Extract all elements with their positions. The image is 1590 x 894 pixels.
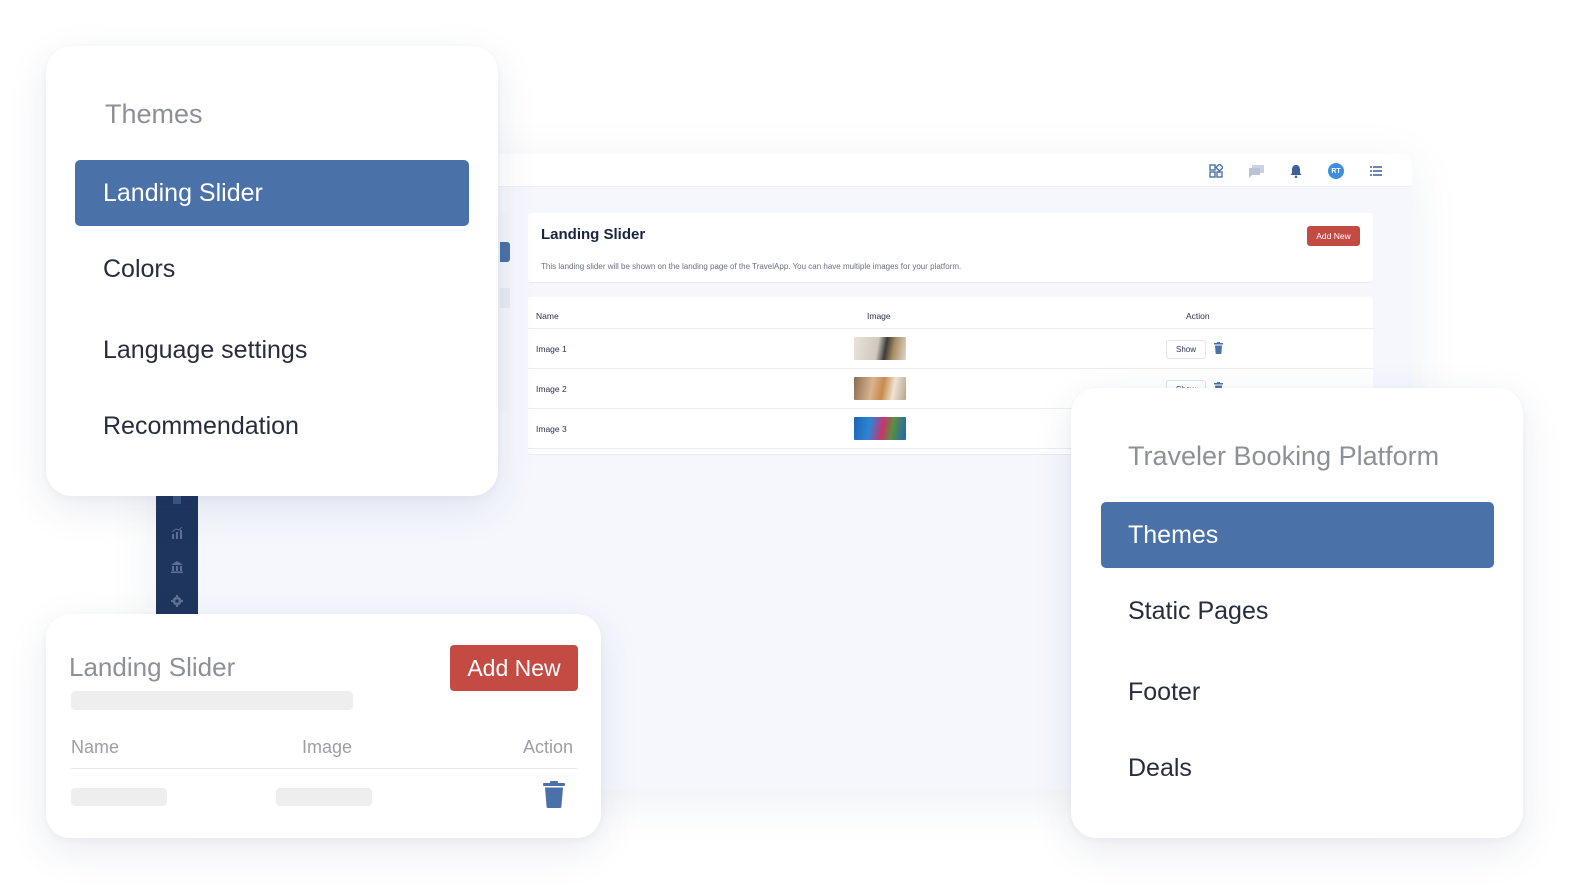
trash-icon[interactable] <box>543 781 565 808</box>
column-header-action: Action <box>1186 311 1210 321</box>
settings-gear-icon[interactable] <box>170 594 184 608</box>
page-description: This landing slider will be shown on the… <box>541 262 962 271</box>
avatar-initials: RT <box>1328 163 1344 179</box>
menu-item-footer[interactable]: Footer <box>1128 678 1200 707</box>
description-placeholder <box>71 691 353 710</box>
card-heading: Traveler Booking Platform <box>1128 441 1440 471</box>
avatar[interactable]: RT <box>1316 161 1356 181</box>
menu-item-recommendation[interactable]: Recommendation <box>103 412 299 441</box>
column-header-action: Action <box>523 737 574 757</box>
image-thumbnail[interactable] <box>854 417 906 440</box>
image-thumbnail[interactable] <box>854 377 906 400</box>
column-header-image: Image <box>867 311 891 321</box>
stage: RT Landing Slider This landing slider wi… <box>0 0 1590 894</box>
landing-slider-header-card: Landing Slider This landing slider will … <box>528 213 1373 283</box>
menu-item-language-settings[interactable]: Language settings <box>103 336 307 365</box>
bank-icon[interactable] <box>170 560 184 574</box>
column-header-name: Name <box>536 311 559 321</box>
themes-menu-card: Themes Landing Slider Colors Language se… <box>46 46 498 496</box>
show-button[interactable]: Show <box>1166 340 1206 359</box>
bell-icon[interactable] <box>1276 161 1316 181</box>
platform-menu-card: Traveler Booking Platform Themes Static … <box>1071 388 1523 838</box>
divider <box>528 368 1373 369</box>
column-header-image: Image <box>302 737 353 757</box>
name-placeholder <box>71 788 167 806</box>
column-header-name: Name <box>71 737 120 757</box>
menu-item-colors[interactable]: Colors <box>103 255 175 284</box>
page-title: Landing Slider <box>541 226 646 243</box>
list-menu-icon[interactable] <box>1356 161 1396 181</box>
trash-icon[interactable] <box>1214 342 1223 354</box>
menu-item-static-pages[interactable]: Static Pages <box>1128 597 1268 626</box>
image-placeholder <box>276 788 372 806</box>
row-name: Image 1 <box>536 344 567 354</box>
divider <box>528 328 1373 329</box>
menu-item-deals[interactable]: Deals <box>1128 754 1192 783</box>
divider <box>71 768 577 769</box>
topbar-icons: RT <box>1196 161 1396 181</box>
menu-item-landing-slider[interactable]: Landing Slider <box>75 160 469 226</box>
chat-icon[interactable] <box>1236 161 1276 181</box>
image-thumbnail[interactable] <box>854 337 906 360</box>
landing-slider-card: Landing Slider Add New Name Image Action <box>46 614 601 838</box>
submenu-active-item[interactable] <box>500 242 510 262</box>
add-new-button[interactable]: Add New <box>1307 226 1360 246</box>
submenu-item[interactable] <box>500 288 510 308</box>
add-new-button[interactable]: Add New <box>450 645 578 691</box>
menu-item-themes[interactable]: Themes <box>1101 502 1494 568</box>
apps-grid-icon[interactable] <box>1196 161 1236 181</box>
card-heading: Themes <box>105 99 203 129</box>
card-title: Landing Slider <box>69 652 236 682</box>
row-name: Image 2 <box>536 384 567 394</box>
analytics-chart-icon[interactable] <box>170 526 184 540</box>
row-name: Image 3 <box>536 424 567 434</box>
